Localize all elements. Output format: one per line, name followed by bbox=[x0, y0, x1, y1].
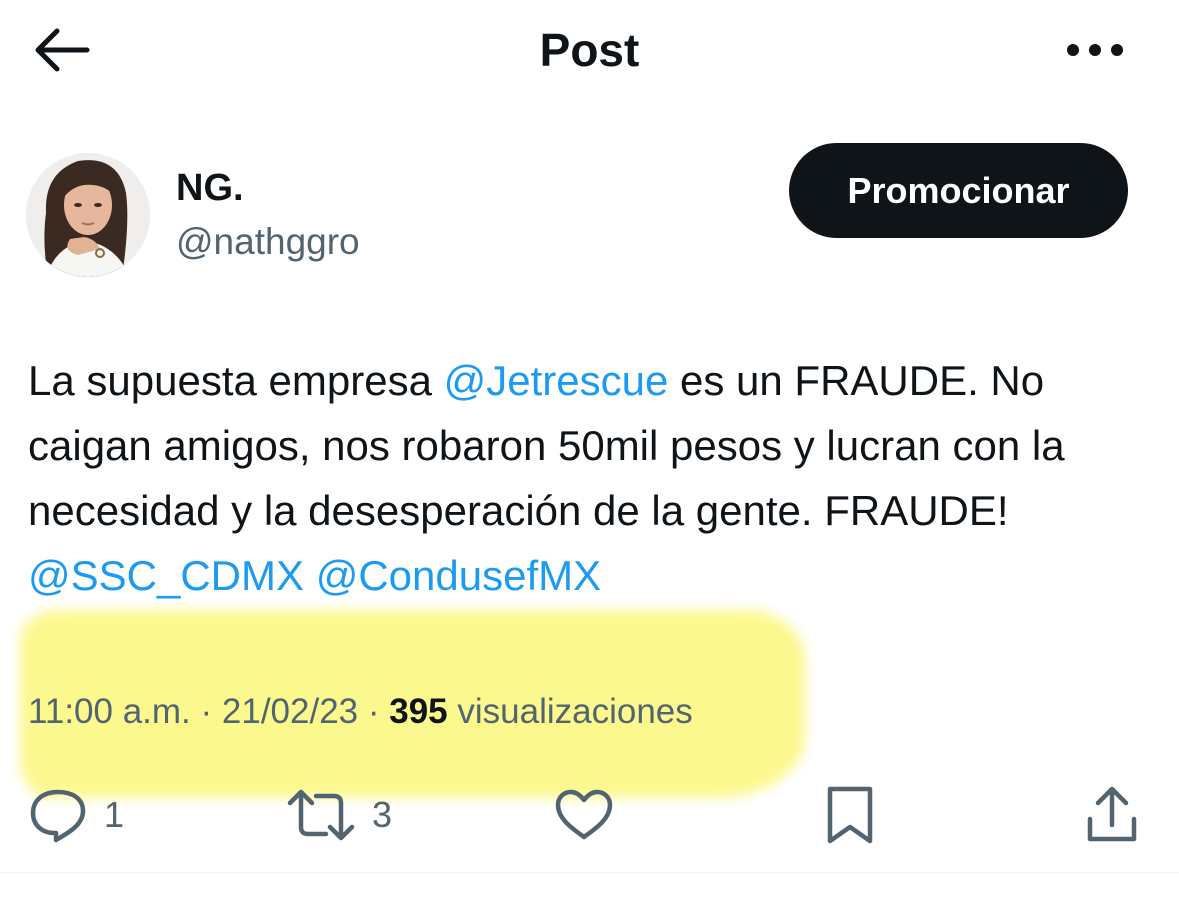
retweet-count: 3 bbox=[372, 794, 393, 835]
page-title: Post bbox=[539, 24, 640, 76]
tweet-metadata: 11:00 a.m. · 21/02/23 · 395 visualizacio… bbox=[28, 688, 693, 736]
mention-link[interactable]: @SSC_CDMX bbox=[28, 552, 304, 599]
author-handle[interactable]: @nathggro bbox=[176, 220, 360, 264]
mention-link[interactable]: @Jetrescue bbox=[444, 357, 669, 404]
action-bar: 1 3 bbox=[0, 770, 1179, 860]
tweet-text-part: La supuesta empresa bbox=[28, 357, 444, 404]
views-count[interactable]: 395 bbox=[389, 692, 447, 731]
tweet-time[interactable]: 11:00 a.m. bbox=[28, 692, 191, 731]
mention-link[interactable]: @CondusefMX bbox=[316, 552, 601, 599]
reply-icon bbox=[30, 789, 86, 843]
share-icon bbox=[1087, 786, 1137, 842]
separator: · bbox=[358, 692, 390, 731]
share-button[interactable] bbox=[1084, 770, 1140, 860]
like-button[interactable] bbox=[553, 770, 615, 860]
profile-photo bbox=[26, 153, 150, 277]
tweet-date[interactable]: 21/02/23 bbox=[222, 692, 358, 731]
promote-button[interactable]: Promocionar bbox=[789, 143, 1128, 238]
divider bbox=[0, 872, 1179, 873]
retweet-button[interactable]: 3 bbox=[286, 770, 392, 860]
top-bar: Post bbox=[0, 0, 1179, 105]
author-name[interactable]: NG. bbox=[176, 166, 244, 210]
heart-icon bbox=[555, 789, 613, 840]
bookmark-icon bbox=[827, 786, 873, 844]
reply-count: 1 bbox=[104, 794, 125, 835]
more-horizontal-icon bbox=[1067, 44, 1123, 56]
retweet-icon bbox=[287, 789, 355, 841]
reply-button[interactable]: 1 bbox=[28, 770, 124, 860]
separator: · bbox=[190, 692, 222, 731]
bookmark-button[interactable] bbox=[824, 770, 876, 860]
tweet-text: La supuesta empresa @Jetrescue es un FRA… bbox=[28, 348, 1163, 608]
more-options-button[interactable] bbox=[1060, 22, 1130, 78]
avatar[interactable] bbox=[26, 153, 150, 277]
views-label[interactable]: visualizaciones bbox=[448, 692, 692, 731]
